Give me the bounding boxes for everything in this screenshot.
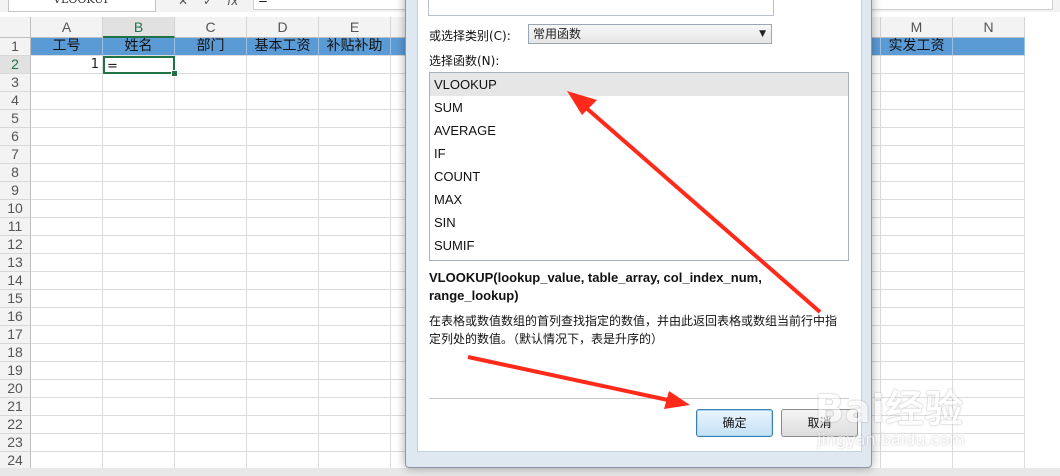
arrow-head bbox=[664, 391, 690, 409]
arrow-line bbox=[467, 355, 669, 402]
arrow-to-vlookup bbox=[567, 91, 822, 314]
watermark-url: jingyan.baidu.com bbox=[817, 430, 965, 449]
baidu-jingyan-watermark: Bai经验 jingyan.baidu.com bbox=[815, 378, 1055, 468]
watermark-logo: Bai经验 bbox=[815, 387, 964, 431]
arrow-line bbox=[582, 104, 822, 314]
arrow-to-ok-button bbox=[467, 355, 690, 409]
